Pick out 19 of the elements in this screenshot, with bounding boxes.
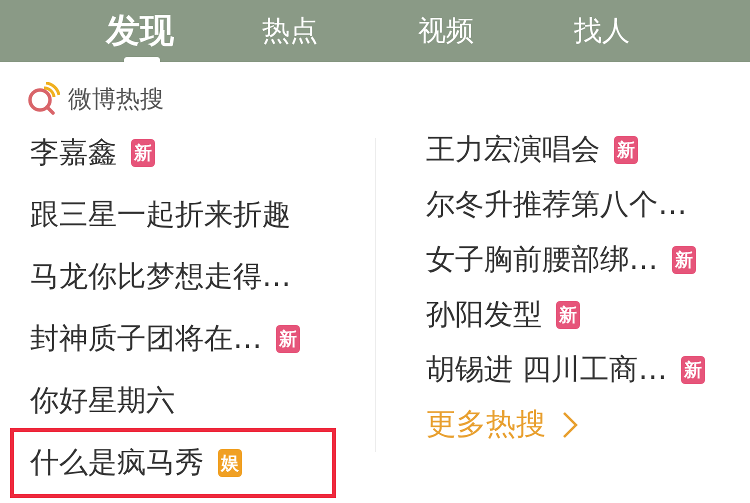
new-badge: 新 bbox=[672, 246, 696, 274]
new-badge: 新 bbox=[556, 300, 580, 328]
hot-search-item[interactable]: 王力宏演唱会 新 bbox=[406, 122, 706, 177]
hot-search-item[interactable]: 孙阳发型 新 bbox=[406, 287, 706, 342]
category-badge: 娱 bbox=[218, 449, 242, 477]
hot-search-item[interactable]: 胡锡进 四川工商… 新 bbox=[406, 342, 706, 397]
hot-search-item[interactable]: 女子胸前腰部绑… 新 bbox=[406, 232, 706, 287]
new-badge: 新 bbox=[276, 325, 300, 353]
new-badge: 新 bbox=[614, 136, 638, 164]
hot-search-item[interactable]: 马龙你比梦想走得… bbox=[10, 246, 336, 308]
hot-search-item[interactable]: 跟三星一起折来折趣 bbox=[10, 184, 336, 246]
new-badge: 新 bbox=[131, 139, 155, 167]
hot-search-item[interactable]: 封神质子团将在… 新 bbox=[10, 308, 336, 370]
chevron-right-icon bbox=[562, 410, 578, 438]
hot-search-item[interactable]: 李嘉鑫 新 bbox=[10, 122, 336, 184]
new-badge: 新 bbox=[681, 356, 706, 384]
hot-search-logo-icon bbox=[26, 82, 60, 116]
section-title: 微博热搜 bbox=[68, 84, 164, 115]
hot-search-item[interactable]: 尔冬升推荐第八个… bbox=[406, 177, 706, 232]
